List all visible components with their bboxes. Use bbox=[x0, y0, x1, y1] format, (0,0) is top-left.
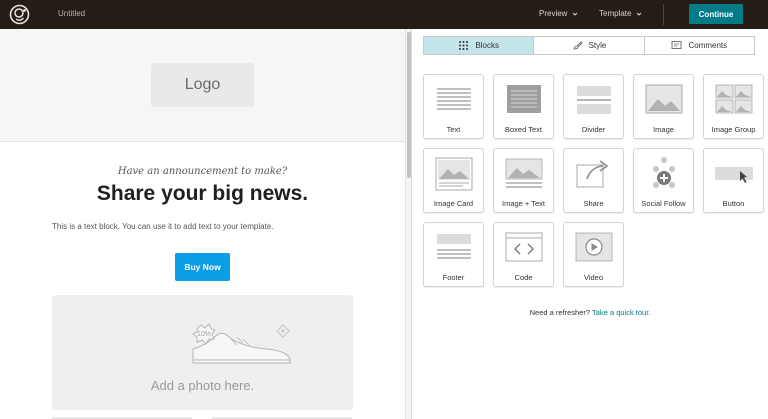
tab-blocks[interactable]: Blocks bbox=[424, 37, 535, 54]
tab-label: Style bbox=[588, 41, 607, 50]
social-follow-icon bbox=[653, 157, 675, 188]
block-divider[interactable]: Divider bbox=[563, 74, 624, 139]
block-label: Divider bbox=[581, 125, 606, 134]
tab-label: Blocks bbox=[475, 41, 499, 50]
block-label: Share bbox=[583, 199, 604, 208]
buy-now-button[interactable]: Buy Now bbox=[175, 253, 230, 281]
block-label: Social Follow bbox=[641, 199, 686, 208]
block-social-follow[interactable]: Social Follow bbox=[633, 148, 694, 213]
image-icon bbox=[645, 84, 683, 114]
discount-tag-text: 10% bbox=[197, 331, 211, 338]
continue-button[interactable]: Continue bbox=[689, 4, 743, 24]
headline[interactable]: Share your big news. bbox=[0, 182, 405, 206]
code-icon bbox=[505, 232, 543, 262]
block-label: Text bbox=[446, 125, 461, 134]
top-bar: Untitled Preview Template Continue bbox=[0, 0, 768, 29]
text-block-icon bbox=[437, 88, 471, 110]
block-image[interactable]: Image bbox=[633, 74, 694, 139]
image-card-icon bbox=[435, 157, 473, 191]
preview-dropdown[interactable]: Preview bbox=[539, 9, 578, 18]
image-text-icon bbox=[505, 158, 543, 188]
footer-icon bbox=[437, 234, 471, 259]
image-group-icon bbox=[715, 84, 753, 114]
button-block-icon bbox=[715, 167, 753, 183]
block-label: Image Card bbox=[433, 199, 474, 208]
photo-placeholder-text: Add a photo here. bbox=[150, 378, 255, 393]
chevron-down-icon bbox=[573, 12, 578, 16]
chevron-down-icon bbox=[637, 12, 642, 16]
photo-placeholder[interactable]: 10% Add a photo here. bbox=[52, 295, 353, 410]
block-boxed-text[interactable]: Boxed Text bbox=[493, 74, 554, 139]
block-code[interactable]: Code bbox=[493, 222, 554, 287]
paint-brush-icon bbox=[572, 41, 583, 50]
block-image-text[interactable]: Image + Text bbox=[493, 148, 554, 213]
refresher-note: Need a refresher? Take a quick tour. bbox=[412, 308, 768, 317]
quick-tour-link[interactable]: Take a quick tour. bbox=[592, 308, 650, 317]
block-button[interactable]: Button bbox=[703, 148, 764, 213]
preview-label: Preview bbox=[539, 9, 568, 18]
boxed-text-icon bbox=[507, 85, 541, 113]
document-title[interactable]: Untitled bbox=[58, 9, 85, 18]
announcement-text[interactable]: Have an announcement to make? bbox=[0, 166, 405, 177]
text-block[interactable]: This is a text block. You can use it to … bbox=[52, 222, 273, 231]
content-panel: Blocks Style Comments Text Boxed Text Di… bbox=[412, 29, 768, 419]
header-section[interactable]: Logo bbox=[0, 29, 405, 142]
video-icon bbox=[575, 232, 613, 262]
block-text[interactable]: Text bbox=[423, 74, 484, 139]
email-canvas: Logo Have an announcement to make? Share… bbox=[0, 29, 405, 419]
canvas-scrollbar[interactable] bbox=[405, 29, 412, 419]
block-label: Footer bbox=[442, 273, 465, 282]
logo-placeholder[interactable]: Logo bbox=[151, 63, 254, 107]
mailchimp-freddie-icon[interactable] bbox=[9, 4, 30, 25]
panel-tabs: Blocks Style Comments bbox=[423, 36, 755, 55]
block-label: Code bbox=[514, 273, 533, 282]
tab-style[interactable]: Style bbox=[534, 37, 645, 54]
block-image-group[interactable]: Image Group bbox=[703, 74, 764, 139]
tab-label: Comments bbox=[688, 41, 728, 50]
template-dropdown[interactable]: Template bbox=[599, 9, 642, 18]
block-footer[interactable]: Footer bbox=[423, 222, 484, 287]
comment-icon bbox=[672, 41, 682, 49]
refresher-text: Need a refresher? bbox=[529, 308, 591, 317]
divider-icon bbox=[577, 86, 611, 114]
shoe-illustration-icon: 10% bbox=[192, 323, 291, 364]
tab-comments[interactable]: Comments bbox=[644, 37, 754, 54]
share-icon bbox=[576, 160, 609, 188]
block-label: Image bbox=[653, 125, 674, 134]
block-label: Image Group bbox=[711, 125, 756, 134]
block-label: Image + Text bbox=[501, 199, 545, 208]
block-label: Boxed Text bbox=[505, 125, 542, 134]
toolbar-divider bbox=[663, 4, 664, 25]
grid-icon bbox=[459, 41, 469, 50]
block-label: Button bbox=[722, 199, 745, 208]
block-share[interactable]: Share bbox=[563, 148, 624, 213]
template-label: Template bbox=[599, 9, 632, 18]
block-image-card[interactable]: Image Card bbox=[423, 148, 484, 213]
scrollbar-thumb[interactable] bbox=[407, 32, 411, 178]
block-video[interactable]: Video bbox=[563, 222, 624, 287]
block-label: Video bbox=[583, 273, 604, 282]
